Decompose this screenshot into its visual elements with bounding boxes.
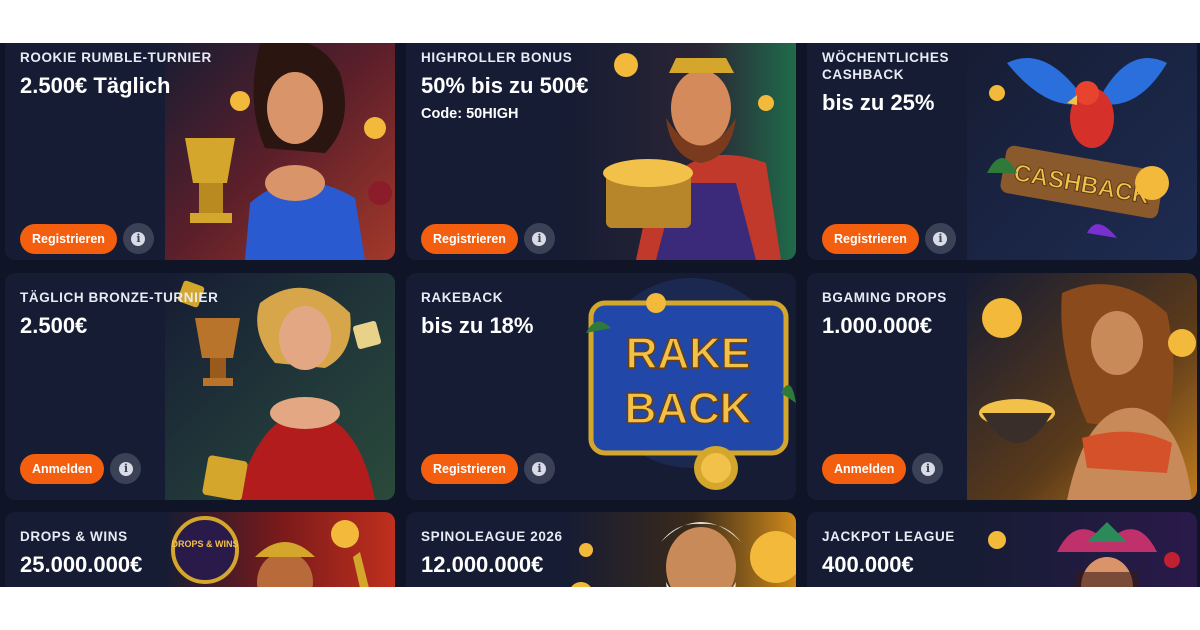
promo-label: JACKPOT LEAGUE — [822, 529, 955, 544]
register-button[interactable]: Registrieren — [20, 223, 117, 254]
promo-value: 2.500€ — [20, 313, 88, 338]
promo-card-bgaming-drops[interactable]: BGAMING DROPS 1.000.000€ Anmelden i — [807, 273, 1197, 500]
register-button[interactable]: Registrieren — [421, 223, 518, 254]
info-icon: i — [920, 461, 935, 476]
promo-label: WÖCHENTLICHES CASHBACK — [822, 50, 950, 82]
promo-text: TÄGLICH BRONZE-TURNIER 2.500€ — [20, 289, 220, 341]
promo-card-highroller-bonus[interactable]: HIGHROLLER BONUS 50% bis zu 500€ Code: 5… — [406, 43, 796, 260]
promo-value: 25.000.000€ — [20, 552, 143, 577]
promo-card-bronze-tournament[interactable]: TÄGLICH BRONZE-TURNIER 2.500€ Anmelden i — [5, 273, 395, 500]
promo-card-rookie-rumble[interactable]: ROOKIE RUMBLE-TURNIER 2.500€ Täglich Reg… — [5, 43, 395, 260]
promo-text: RAKEBACK bis zu 18% — [421, 289, 621, 341]
info-button[interactable]: i — [924, 223, 956, 254]
promo-card-spinoleague-2026[interactable]: SPINOLEAGUE 2026 12.000.000€ — [406, 512, 796, 587]
info-icon: i — [532, 231, 547, 246]
promo-label: RAKEBACK — [421, 290, 504, 305]
promo-label: BGAMING DROPS — [822, 290, 947, 305]
promo-value: 50% bis zu 500€ — [421, 73, 589, 98]
promo-label: ROOKIE RUMBLE-TURNIER — [20, 50, 212, 65]
promo-label: HIGHROLLER BONUS — [421, 50, 573, 65]
promo-text: SPINOLEAGUE 2026 12.000.000€ — [421, 528, 621, 580]
promotions-viewport: ROOKIE RUMBLE-TURNIER 2.500€ Täglich Reg… — [0, 43, 1200, 587]
info-button[interactable]: i — [912, 453, 944, 484]
rakeback-sign-text-2: BACK — [624, 384, 751, 433]
register-button[interactable]: Registrieren — [822, 223, 919, 254]
info-button[interactable]: i — [523, 453, 555, 484]
promo-card-drops-wins[interactable]: DROPS & WINS DROPS & WINS 25.000.000€ — [5, 512, 395, 587]
info-button[interactable]: i — [122, 223, 154, 254]
promo-text: WÖCHENTLICHES CASHBACK bis zu 25% — [822, 49, 1022, 118]
info-button[interactable]: i — [523, 223, 555, 254]
info-icon: i — [532, 461, 547, 476]
info-icon: i — [118, 461, 133, 476]
promo-value: bis zu 25% — [822, 90, 935, 115]
promo-label: SPINOLEAGUE 2026 — [421, 529, 563, 544]
promo-value: 12.000.000€ — [421, 552, 544, 577]
rakeback-sign-text-1: RAKE — [626, 329, 751, 378]
promo-card-weekly-cashback[interactable]: CASHBACK WÖCHENTLICHES CASHBACK bis zu 2… — [807, 43, 1197, 260]
promo-text: BGAMING DROPS 1.000.000€ — [822, 289, 1022, 341]
info-button[interactable]: i — [110, 453, 142, 484]
promo-label: DROPS & WINS — [20, 529, 128, 544]
info-icon: i — [131, 231, 146, 246]
promo-text: DROPS & WINS 25.000.000€ — [20, 528, 220, 580]
login-button[interactable]: Anmelden — [822, 453, 907, 484]
promo-card-jackpot-league[interactable]: JACKPOT LEAGUE 400.000€ — [807, 512, 1197, 587]
register-button[interactable]: Registrieren — [421, 453, 518, 484]
promo-value: 2.500€ Täglich — [20, 73, 171, 98]
promo-code: Code: 50HIGH — [421, 106, 519, 122]
promo-text: HIGHROLLER BONUS 50% bis zu 500€ Code: 5… — [421, 49, 621, 122]
promo-text: JACKPOT LEAGUE 400.000€ — [822, 528, 1022, 580]
promo-label: TÄGLICH BRONZE-TURNIER — [20, 290, 219, 305]
promo-text: ROOKIE RUMBLE-TURNIER 2.500€ Täglich — [20, 49, 220, 101]
info-icon: i — [933, 231, 948, 246]
promo-value: 400.000€ — [822, 552, 914, 577]
promo-value: bis zu 18% — [421, 313, 534, 338]
promo-card-rakeback[interactable]: RAKE BACK RAKEBACK bis zu 18% Registrier… — [406, 273, 796, 500]
login-button[interactable]: Anmelden — [20, 453, 105, 484]
promo-value: 1.000.000€ — [822, 313, 933, 338]
